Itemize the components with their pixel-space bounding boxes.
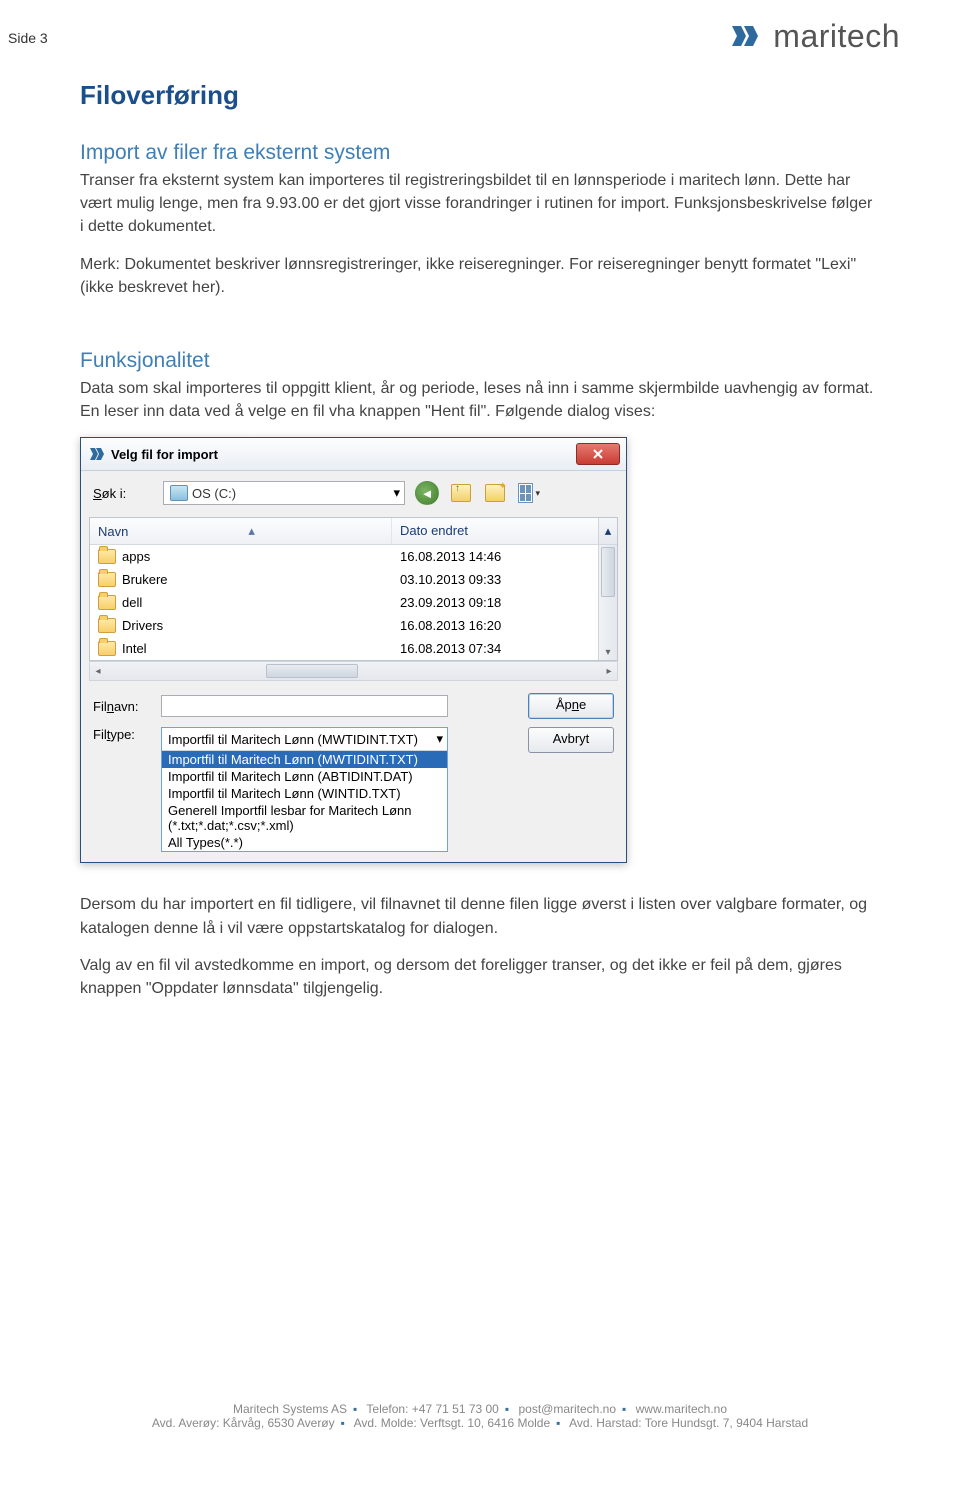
file-list: Navn▴ Dato endret ▴ apps16.08.2013 14:46… xyxy=(89,517,618,661)
scroll-up-button[interactable]: ▴ xyxy=(598,518,617,544)
scroll-right-button[interactable]: ▸ xyxy=(601,666,617,677)
open-button[interactable]: Åpne xyxy=(528,693,614,719)
filetype-option[interactable]: Generell Importfil lesbar for Maritech L… xyxy=(162,802,447,834)
page-title: Filoverføring xyxy=(80,80,880,111)
folder-icon xyxy=(98,641,116,656)
list-item[interactable]: Drivers16.08.2013 16:20 xyxy=(90,614,598,637)
page-number: Side 3 xyxy=(8,30,48,46)
folder-icon xyxy=(98,572,116,587)
up-folder-button[interactable] xyxy=(449,482,473,504)
logo: maritech xyxy=(729,18,900,55)
col-header-name[interactable]: Navn▴ xyxy=(90,518,392,544)
scroll-left-button[interactable]: ◂ xyxy=(90,666,106,677)
filetype-option[interactable]: All Types(*.*) xyxy=(162,834,447,851)
folder-up-icon xyxy=(451,484,471,502)
view-button[interactable]: ▾ xyxy=(517,482,541,504)
folder-icon xyxy=(98,595,116,610)
close-button[interactable] xyxy=(576,443,620,465)
file-dialog: Velg fil for import Søk i: OS (C:) ▾ ◄ ▾… xyxy=(80,437,627,863)
list-item[interactable]: dell23.09.2013 09:18 xyxy=(90,591,598,614)
drive-combo[interactable]: OS (C:) ▾ xyxy=(163,481,405,505)
filetype-option[interactable]: Importfil til Maritech Lønn (MWTIDINT.TX… xyxy=(162,751,447,768)
paragraph: Transer fra eksternt system kan importer… xyxy=(80,169,880,239)
logo-text: maritech xyxy=(773,18,900,55)
close-icon xyxy=(592,448,604,460)
paragraph: Dersom du har importert en fil tidligere… xyxy=(80,893,880,939)
paragraph: Merk: Dokumentet beskriver lønnsregistre… xyxy=(80,253,880,299)
list-item[interactable]: apps16.08.2013 14:46 xyxy=(90,545,598,568)
scroll-thumb[interactable] xyxy=(266,664,358,678)
chevron-down-icon: ▾ xyxy=(436,731,443,747)
folder-new-icon xyxy=(485,484,505,502)
vertical-scrollbar[interactable]: ▾ xyxy=(598,545,617,660)
dialog-titlebar: Velg fil for import xyxy=(81,438,626,471)
horizontal-scrollbar[interactable]: ◂ ▸ xyxy=(89,661,618,681)
scroll-down-button[interactable]: ▾ xyxy=(599,644,617,660)
logo-icon xyxy=(729,22,767,52)
new-folder-button[interactable] xyxy=(483,482,507,504)
filename-label: Filnavn: xyxy=(93,699,153,714)
view-icon xyxy=(518,483,533,503)
cancel-button[interactable]: Avbryt xyxy=(528,727,614,753)
filetype-dropdown: Importfil til Maritech Lønn (MWTIDINT.TX… xyxy=(162,750,447,851)
filename-input[interactable] xyxy=(161,695,448,717)
folder-icon xyxy=(98,618,116,633)
sort-caret-icon: ▴ xyxy=(248,523,255,539)
list-item[interactable]: Brukere03.10.2013 09:33 xyxy=(90,568,598,591)
paragraph: Data som skal importeres til oppgitt kli… xyxy=(80,377,880,423)
back-button[interactable]: ◄ xyxy=(415,481,439,505)
col-header-date[interactable]: Dato endret xyxy=(392,518,598,544)
section-funk-heading: Funksjonalitet xyxy=(80,349,880,373)
app-icon xyxy=(89,446,105,462)
chevron-down-icon: ▾ xyxy=(393,485,400,501)
paragraph: Valg av en fil vil avstedkomme en import… xyxy=(80,954,880,1000)
dialog-title: Velg fil for import xyxy=(111,447,218,462)
filetype-combo[interactable]: Importfil til Maritech Lønn (MWTIDINT.TX… xyxy=(161,727,448,852)
folder-icon xyxy=(98,549,116,564)
list-item[interactable]: Intel16.08.2013 07:34 xyxy=(90,637,598,660)
page-footer: Maritech Systems AS▪ Telefon: +47 71 51 … xyxy=(0,1402,960,1430)
filetype-option[interactable]: Importfil til Maritech Lønn (WINTID.TXT) xyxy=(162,785,447,802)
scroll-thumb[interactable] xyxy=(601,547,615,597)
filetype-label: Filtype: xyxy=(93,727,153,742)
search-in-label: Søk i: xyxy=(93,486,153,501)
drive-icon xyxy=(170,485,188,501)
filetype-option[interactable]: Importfil til Maritech Lønn (ABTIDINT.DA… xyxy=(162,768,447,785)
section-import-heading: Import av filer fra eksternt system xyxy=(80,141,880,165)
